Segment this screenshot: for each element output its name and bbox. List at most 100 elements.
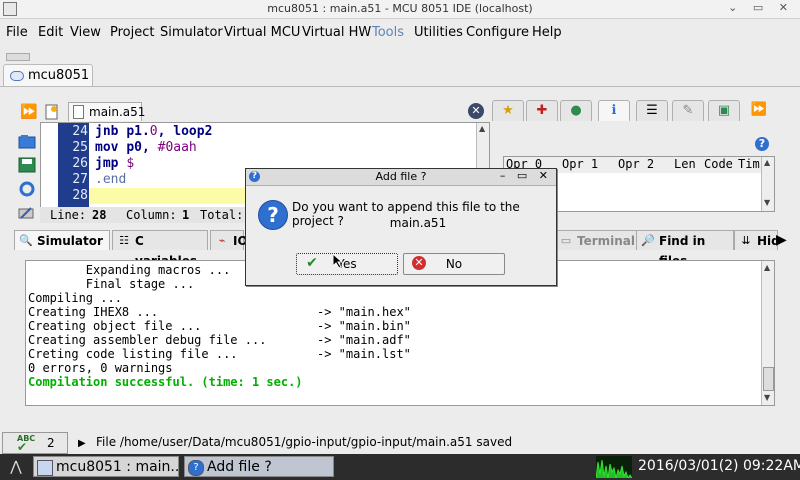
- line-number: 24: [72, 124, 88, 139]
- scroll-down-icon[interactable]: ▼: [764, 394, 772, 402]
- clock: 2016/03/01(2) 09:22AM: [638, 458, 800, 474]
- menu-project[interactable]: Project: [110, 25, 154, 40]
- help-icon[interactable]: ?: [755, 137, 769, 151]
- window-title: mcu8051 : main.a51 - MCU 8051 IDE (local…: [267, 2, 533, 15]
- save-file-icon[interactable]: [18, 157, 36, 173]
- message-success: Compilation successful. (time: 1 sec.): [28, 375, 303, 389]
- scroll-up-icon[interactable]: ▲: [764, 264, 772, 272]
- code-token: 0: [149, 124, 158, 139]
- no-button[interactable]: ✕ No: [403, 253, 505, 275]
- taskbar: ⋀ mcu8051 : main.... ? Add file ? 2016/0…: [0, 454, 800, 480]
- task-mcu8051-label: mcu8051 : main....: [56, 459, 179, 475]
- message-line: Final stage ...: [28, 277, 195, 291]
- message-line: Creating assembler debug file ... -> "ma…: [28, 333, 411, 347]
- line-number: 25: [72, 140, 88, 155]
- right-panel-tabs: ★ ✚ ● ℹ ☰ ✎ ▣ ⏩: [492, 98, 782, 122]
- new-file-icon[interactable]: [44, 104, 60, 120]
- scroll-down-icon[interactable]: ▼: [764, 199, 772, 207]
- menu-view[interactable]: View: [70, 25, 101, 40]
- bookmarks-tab-icon[interactable]: ★: [492, 100, 524, 121]
- task-add-file[interactable]: ? Add file ?: [184, 456, 334, 477]
- menu-utilities[interactable]: Utilities: [414, 25, 463, 40]
- menu-configure[interactable]: Configure: [466, 25, 529, 40]
- menu-edit[interactable]: Edit: [38, 25, 63, 40]
- dialog-titlebar: ? Add file ? – ▭ ✕: [246, 169, 556, 186]
- project-tab-label: mcu8051: [28, 68, 90, 83]
- tab-hide-label: Hid: [757, 234, 778, 248]
- code-token: jmp: [95, 156, 127, 171]
- total-label: Total:: [200, 208, 244, 222]
- menu-tools[interactable]: Tools: [372, 25, 404, 40]
- notes-tab-icon[interactable]: ✎: [672, 100, 704, 121]
- instruction-table-scrollbar[interactable]: ▲ ▼: [761, 157, 774, 211]
- list-icon: ☷: [119, 234, 129, 247]
- toolbar-grip[interactable]: [6, 53, 30, 61]
- tab-simulator-label: Simulator: [37, 234, 103, 248]
- symbols-tab-icon[interactable]: ●: [560, 100, 592, 121]
- menu-bar: File Edit View Project Simulator Virtual…: [0, 20, 800, 46]
- code-token: p1.: [126, 124, 150, 139]
- col-len: Len: [674, 157, 696, 171]
- menu-virtual-mcu[interactable]: Virtual MCU: [224, 25, 300, 40]
- scroll-thumb[interactable]: [763, 367, 774, 391]
- hardware-tab-icon[interactable]: ▣: [708, 100, 740, 121]
- tab-simulator[interactable]: 🔍 Simulator: [14, 230, 110, 250]
- open-file-icon[interactable]: [18, 133, 36, 149]
- fast-forward-icon[interactable]: ⏩: [20, 104, 37, 120]
- question-task-icon: ?: [188, 460, 204, 476]
- message-line: Expanding macros ...: [28, 263, 231, 277]
- checkmark-icon: ✔: [306, 255, 318, 271]
- code-line: jmp $: [95, 156, 134, 171]
- yes-button[interactable]: ✔ Yes: [296, 253, 398, 275]
- start-menu-icon[interactable]: ⋀: [4, 458, 28, 476]
- editor-tab-label: main.a51: [89, 105, 146, 119]
- more-tabs-icon[interactable]: ⏩: [744, 100, 774, 120]
- line-number: 28: [72, 188, 88, 203]
- mouse-cursor-icon: [332, 252, 344, 269]
- breakpoints-tab-icon[interactable]: ✚: [526, 100, 558, 121]
- close-editor-icon[interactable]: ✕: [468, 103, 484, 119]
- menu-virtual-hw[interactable]: Virtual HW: [302, 25, 371, 40]
- magnifier-icon: 🔍: [19, 234, 33, 247]
- question-mark-icon: ?: [258, 200, 288, 230]
- instruction-info-tab-icon[interactable]: ℹ: [598, 100, 630, 121]
- status-arrow-icon: ▶: [78, 438, 86, 449]
- code-line: jnb p1.0, loop2: [95, 124, 212, 139]
- message-line: Creating IHEX8 ... -> "main.hex": [28, 305, 411, 319]
- task-mcu8051[interactable]: mcu8051 : main....: [33, 456, 179, 477]
- tab-terminal-label: Terminal: [577, 234, 636, 248]
- tab-find-in-files[interactable]: 🔎 Find in files: [636, 230, 734, 268]
- col-opr1: Opr 1: [562, 157, 599, 171]
- io-icon: ⌁: [218, 234, 226, 247]
- dialog-window-controls[interactable]: – ▭ ✕: [500, 169, 552, 182]
- find-icon: 🔎: [641, 234, 655, 247]
- tools-icon[interactable]: [18, 206, 36, 222]
- menu-help[interactable]: Help: [532, 25, 562, 40]
- tabs-scroll-right-icon[interactable]: ▶: [776, 232, 787, 248]
- list-tab-icon[interactable]: ☰: [636, 100, 668, 121]
- no-button-label: No: [445, 257, 463, 271]
- terminal-icon: ▭: [560, 234, 572, 247]
- tab-io[interactable]: ⌁ IO: [210, 230, 248, 250]
- scroll-up-icon[interactable]: ▲: [479, 125, 487, 133]
- hide-icon: ⇊: [741, 234, 751, 247]
- tab-c-variables[interactable]: ☷ C variables: [112, 230, 208, 268]
- project-tab[interactable]: mcu8051: [3, 64, 93, 87]
- code-line: .end: [95, 172, 126, 187]
- code-token: #0aah: [157, 140, 197, 155]
- add-file-dialog: ? Add file ? – ▭ ✕ ? Do you want to appe…: [245, 168, 557, 286]
- messages-scrollbar[interactable]: ▲ ▼: [761, 261, 774, 405]
- check-icon: ✔: [17, 440, 28, 454]
- scroll-up-icon[interactable]: ▲: [764, 159, 772, 167]
- line-value: 28: [92, 208, 107, 222]
- spellcheck-button[interactable]: ABC ✔ 2: [2, 432, 68, 454]
- window-controls[interactable]: ⌄ ▭ ✕: [728, 1, 794, 14]
- tab-hide[interactable]: ⇊ Hid: [734, 230, 778, 250]
- task-add-file-label: Add file ?: [207, 459, 272, 475]
- tab-terminal[interactable]: ▭ Terminal: [554, 230, 638, 250]
- menu-file[interactable]: File: [6, 25, 28, 40]
- reload-icon[interactable]: [18, 181, 36, 197]
- status-message: File /home/user/Data/mcu8051/gpio-input/…: [96, 435, 513, 449]
- menu-simulator[interactable]: Simulator: [160, 25, 223, 40]
- editor-tab-main[interactable]: main.a51: [68, 102, 146, 121]
